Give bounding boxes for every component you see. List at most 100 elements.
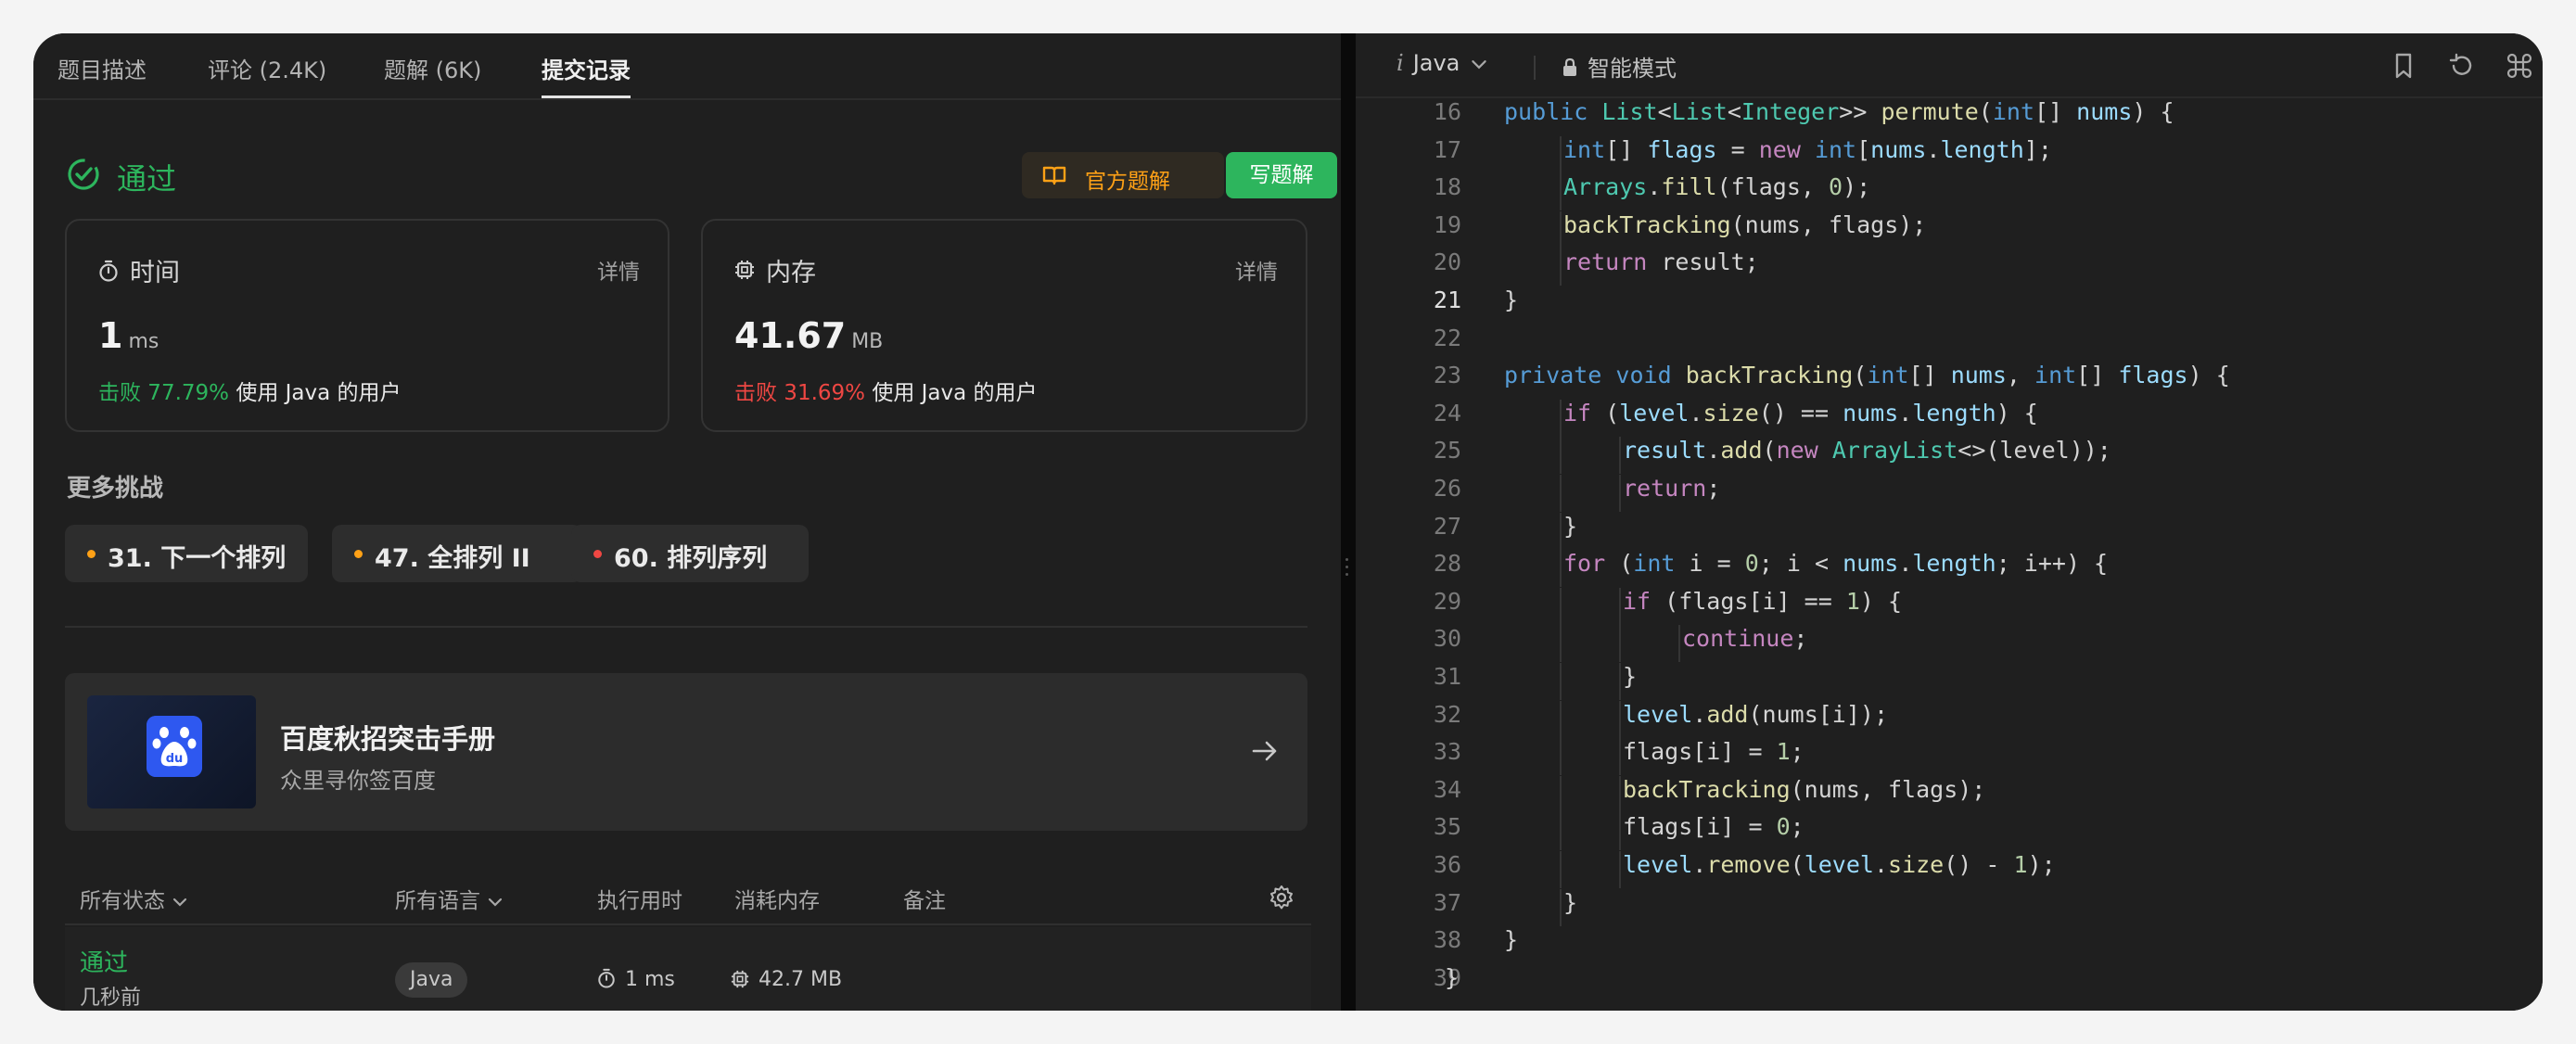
drag-handle-icon[interactable] [1345, 558, 1349, 580]
stopwatch-icon [598, 968, 615, 988]
code-line[interactable]: 29 if (flags[i] == 1) { [1356, 587, 2543, 625]
code-token: length [1940, 135, 2024, 163]
write-solution-button[interactable]: 写题解 [1226, 152, 1337, 198]
language-filter[interactable]: 所有语言 [395, 883, 503, 914]
code-area[interactable]: 16 public List<List<Integer>> permute(int… [1356, 98, 2543, 1011]
challenge-label: 31. 下一个排列 [108, 544, 287, 573]
difficulty-dot [354, 550, 363, 558]
row-status[interactable]: 通过 [80, 944, 128, 978]
code-token: = [1716, 135, 1759, 163]
left-panel: 题目描述 评论 (2.4K) 题解 (6K) 提交记录 通过 官方题解 写题解 [33, 33, 1341, 1011]
code-token: int [1563, 135, 1606, 163]
challenge-chip-47[interactable]: 47. 全排列 II [332, 525, 582, 582]
code-line[interactable]: 28 for (int i = 0; i < nums.length; i++) … [1356, 550, 2543, 588]
promo-banner[interactable]: du 百度秋招突击手册 众里寻你签百度 [65, 673, 1307, 831]
tab-description[interactable]: 题目描述 [57, 52, 147, 98]
code-line[interactable]: 30 continue; [1356, 625, 2543, 663]
code-token: ( [1790, 851, 1804, 878]
code-token: private [1504, 362, 1616, 389]
runtime-beat-suffix: 使用 Java 的用户 [236, 381, 402, 405]
code-line[interactable]: 26 return; [1356, 475, 2543, 512]
code-line[interactable]: 17 int[] flags = new int[nums.length]; [1356, 135, 2543, 173]
code-token: if [1623, 587, 1665, 615]
indent-guide [1560, 888, 1562, 926]
code-line[interactable]: 31} [1356, 663, 2543, 700]
challenge-chip-31[interactable]: 31. 下一个排列 [65, 525, 308, 582]
code-token: result [1623, 437, 1707, 465]
code-line[interactable]: 34 backTracking(nums, flags); [1356, 775, 2543, 813]
code-line[interactable]: 35 flags[i] = 0; [1356, 813, 2543, 851]
code-token: level [1804, 851, 1874, 878]
code-text: level.add(nums[i]); [1623, 701, 1888, 728]
status-filter[interactable]: 所有状态 [80, 883, 187, 914]
line-number: 20 [1433, 248, 1461, 276]
code-token: i = [1689, 550, 1745, 578]
official-solution-button[interactable]: 官方题解 [1022, 152, 1224, 198]
memory-unit: MB [851, 330, 884, 353]
line-number: 29 [1433, 587, 1461, 615]
code-token: flags [1647, 135, 1717, 163]
code-text: int[] flags = new int[nums.length]; [1563, 136, 2052, 163]
code-line[interactable]: 22 [1356, 325, 2543, 362]
code-line[interactable]: 27} [1356, 512, 2543, 550]
status-filter-label: 所有状态 [80, 889, 165, 913]
indent-guide [1560, 135, 1562, 173]
code-line[interactable]: 25 result.add(new ArrayList<>(level)); [1356, 437, 2543, 475]
indent-guide [1560, 248, 1562, 286]
code-token: . [1689, 399, 1703, 427]
line-number: 36 [1433, 851, 1461, 878]
tab-solutions[interactable]: 题解 (6K) [384, 52, 481, 98]
difficulty-dot [593, 550, 602, 558]
panel-splitter[interactable] [1341, 33, 1356, 1011]
code-line[interactable]: 19 backTracking(nums, flags); [1356, 210, 2543, 248]
bookmark-icon[interactable] [2391, 52, 2417, 80]
code-line[interactable]: 16 public List<List<Integer>> permute(int… [1356, 98, 2543, 135]
code-line[interactable]: 23 private void backTracking(int[] nums, … [1356, 362, 2543, 399]
code-line[interactable]: 38} [1356, 926, 2543, 963]
code-line[interactable]: 39} [1356, 964, 2543, 1001]
code-token: } [1504, 926, 1519, 954]
line-number: 35 [1433, 813, 1461, 841]
code-line[interactable]: 33 flags[i] = 1; [1356, 738, 2543, 776]
code-line[interactable]: 18 Arrays.fill(flags, 0); [1356, 173, 2543, 211]
tab-comments[interactable]: 评论 (2.4K) [208, 52, 326, 98]
tab-submissions[interactable]: 提交记录 [542, 52, 631, 98]
book-icon [1042, 166, 1066, 185]
code-line[interactable]: 24 if (level.size() == nums.length) { [1356, 399, 2543, 437]
code-text: return result; [1563, 248, 1759, 275]
code-token: void [1615, 362, 1686, 389]
challenge-label: 47. 全排列 II [375, 544, 530, 573]
code-token: . [1926, 135, 1941, 163]
table-row[interactable]: 通过 几秒前 Java 1 ms 42.7 MB [65, 927, 1311, 1011]
indent-guide [1619, 775, 1621, 813]
code-line[interactable]: 20 return result; [1356, 248, 2543, 286]
code-token: ]; [2023, 135, 2052, 163]
reset-icon[interactable] [2448, 52, 2476, 80]
chip-icon [731, 970, 749, 988]
command-icon[interactable] [2506, 52, 2533, 80]
code-token: 0 [1776, 813, 1791, 841]
challenge-chip-60[interactable]: 60. 排列序列 [571, 525, 809, 582]
runtime-detail-link[interactable]: 详情 [597, 254, 640, 286]
gear-icon[interactable] [1269, 885, 1294, 910]
code-line[interactable]: 36 level.remove(level.size() - 1); [1356, 851, 2543, 888]
indent-guide [1619, 738, 1621, 776]
code-token: level [1623, 700, 1693, 728]
runtime-value: 1 ms [98, 315, 159, 356]
code-token: level [1619, 399, 1690, 427]
code-token: (flags, [1716, 173, 1830, 201]
code-token: 0 [1829, 173, 1843, 201]
code-token: <>(level)); [1958, 437, 2111, 465]
chevron-down-icon [172, 898, 187, 907]
smart-mode-toggle[interactable]: 智能模式 [1562, 50, 1677, 83]
code-line[interactable]: 37} [1356, 888, 2543, 926]
line-number: 24 [1433, 399, 1461, 427]
language-filter-label: 所有语言 [395, 889, 480, 913]
indent-guide [1560, 625, 1562, 663]
code-token: for [1563, 550, 1620, 578]
code-line[interactable]: 32 level.add(nums[i]); [1356, 700, 2543, 738]
memory-detail-link[interactable]: 详情 [1235, 254, 1278, 286]
code-token: < [1657, 98, 1672, 125]
code-line[interactable]: 21} [1356, 286, 2543, 324]
language-select[interactable]: i Java [1396, 50, 1487, 76]
